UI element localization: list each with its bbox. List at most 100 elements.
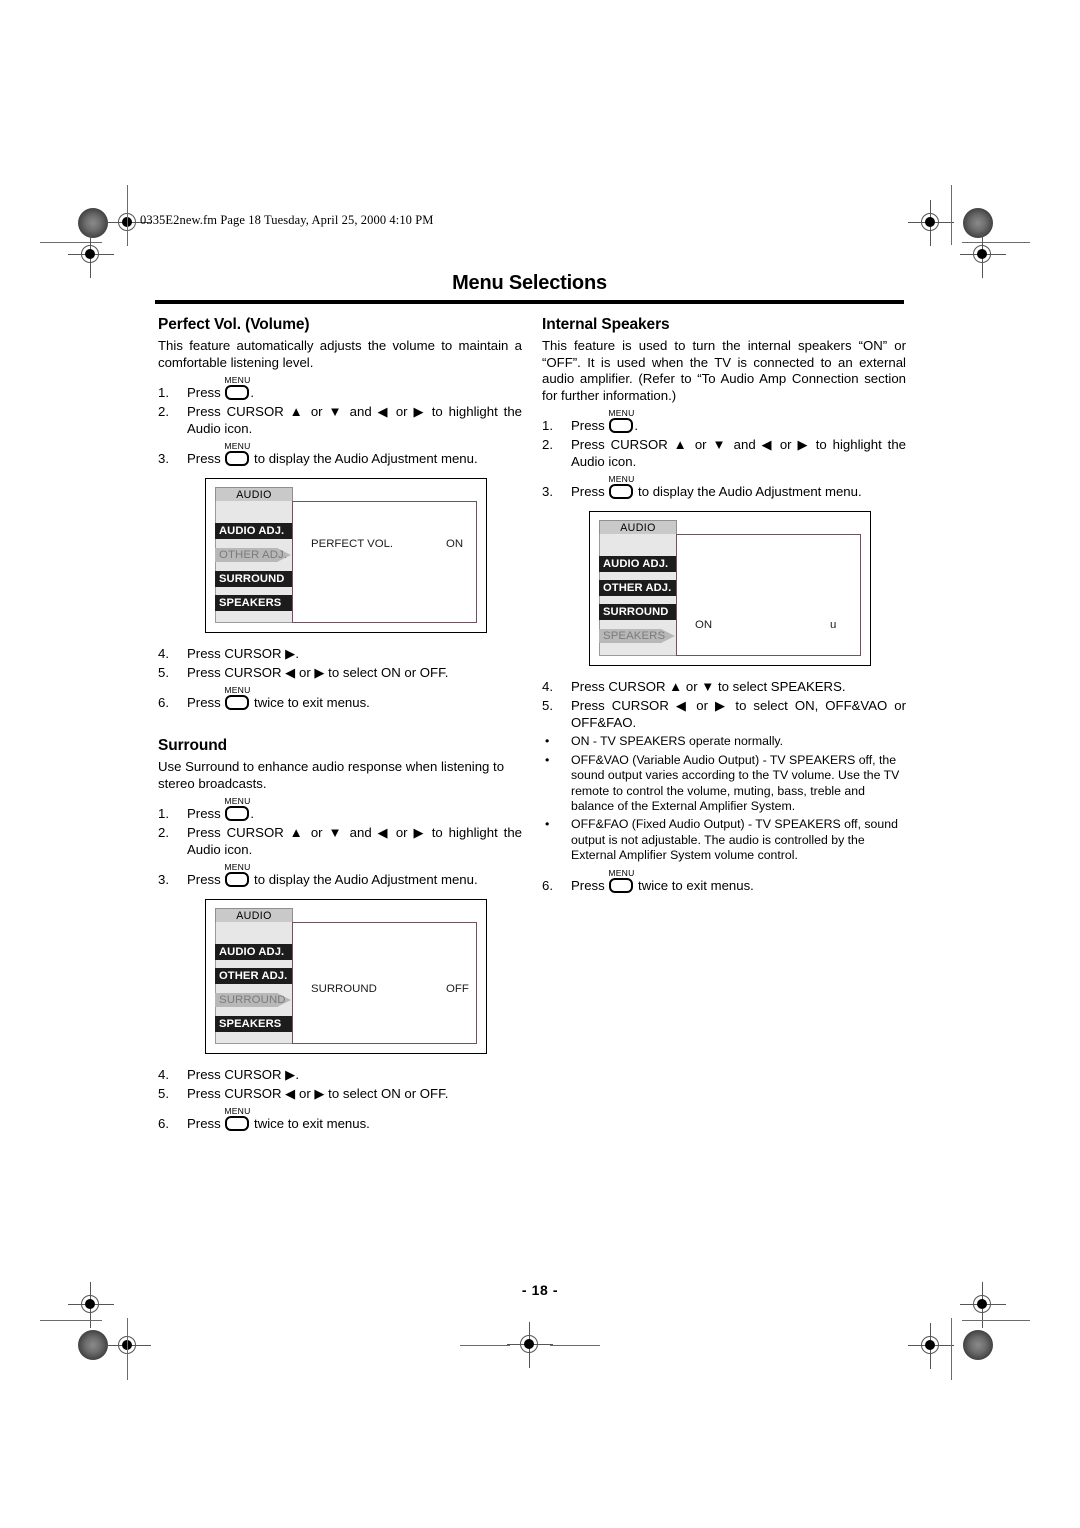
instruction-step: 4. Press CURSOR ▲ or ▼ to select SPEAKERS…: [542, 678, 906, 695]
instruction-step: 2. Press CURSOR ▲ or ▼ and ◀ or ▶ to high…: [158, 403, 522, 437]
menu-button-cap: [225, 1116, 250, 1132]
instruction-step: 1. Press MENU.: [158, 375, 522, 401]
menu-button-cap: [225, 385, 250, 401]
steps-before-illustration: 1. Press MENU. 2. Press CURSOR ▲ or ▼ and ◀…: [158, 375, 522, 467]
osd-tab-audio: AUDIO: [599, 520, 677, 536]
bullet-marker: •: [545, 734, 550, 749]
step-number: 4.: [158, 1067, 169, 1083]
section-heading: Perfect Vol. (Volume): [158, 316, 310, 333]
left-column: Perfect Vol. (Volume) This feature automa…: [158, 310, 522, 1132]
registration-mark-right-upper: [960, 232, 1006, 278]
section-intro: This feature is used to turn the interna…: [542, 338, 906, 403]
step-text: Press MENU.: [187, 375, 522, 401]
title-rule: [155, 300, 904, 304]
osd-menu-illustration: AUDIO AUDIO ADJ. OTHER ADJ. SURROUND SPEAKER…: [589, 511, 871, 667]
section-heading: Internal Speakers: [542, 316, 670, 333]
registration-mark-top-right-inner: [908, 200, 954, 246]
osd-menu-item[interactable]: SPEAKERS: [215, 595, 390, 612]
step-text: Press CURSOR ▲ or ▼ and ◀ or ▶ to highli…: [187, 825, 522, 858]
instruction-step: 6. Press MENU twice to exit menus.: [158, 685, 522, 711]
bullet-item: • ON - TV SPEAKERS operate normally.: [542, 734, 906, 749]
menu-button-cap: [225, 806, 250, 822]
section-intro: This feature automatically adjusts the v…: [158, 338, 522, 370]
section-heading: Surround: [158, 737, 227, 755]
step-number: 6.: [158, 1116, 169, 1132]
instruction-step: 4. Press CURSOR ▶.: [158, 645, 522, 662]
osd-item-label: OTHER ADJ.: [219, 549, 288, 562]
step-number: 3.: [158, 451, 169, 467]
osd-tab-audio: AUDIO: [215, 487, 293, 503]
osd-menu-item[interactable]: SPEAKERS: [599, 628, 774, 644]
trim-line-bottom-right-vertical: [951, 1318, 953, 1380]
osd-menu-item[interactable]: SPEAKERS: [215, 1016, 390, 1033]
step-text: Press MENU.: [187, 796, 522, 822]
osd-menu-item[interactable]: AUDIO ADJ.: [215, 523, 390, 540]
step-text: Press CURSOR ▲ or ▼ and ◀ or ▶ to highli…: [571, 437, 906, 470]
step-number: 4.: [542, 679, 553, 695]
osd-setting-value: ON: [446, 538, 464, 551]
instruction-step: 3. Press MENU to display the Audio Adjust…: [542, 474, 906, 500]
step-text: Press CURSOR ◀ or ▶ to select ON or OFF.: [187, 665, 449, 681]
bullet-text: OFF&VAO (Variable Audio Output) - TV SPE…: [571, 752, 900, 813]
step-number: 6.: [158, 695, 169, 711]
step-number: 2.: [158, 825, 169, 841]
bullet-text: ON - TV SPEAKERS operate normally.: [571, 734, 784, 749]
osd-menu-item[interactable]: AUDIO ADJ.: [215, 944, 390, 961]
osd-setting-name: PERFECT VOL.: [311, 538, 394, 551]
menu-button-icon: MENU: [224, 796, 250, 822]
steps-before-illustration: 1. Press MENU. 2. Press CURSOR ▲ or ▼ and ◀…: [542, 408, 906, 500]
steps-before-illustration: 1. Press MENU. 2. Press CURSOR ▲ or ▼ and ◀…: [158, 796, 522, 888]
trim-line-bottom-left-vertical: [127, 1318, 129, 1380]
osd-menu-item[interactable]: AUDIO ADJ.: [599, 556, 774, 573]
step-number: 4.: [158, 646, 169, 662]
step-text: Press CURSOR ◀ or ▶ to select ON, OFF&VA…: [571, 698, 906, 731]
osd-item-label: AUDIO ADJ.: [603, 558, 669, 571]
osd-menu-item[interactable]: SURROUND: [215, 571, 390, 588]
osd-setting-name: SURROUND: [311, 983, 377, 996]
bullet-item: • OFF&VAO (Variable Audio Output) - TV SP…: [542, 753, 906, 815]
osd-menu-item[interactable]: OTHER ADJ.: [599, 580, 774, 597]
osd-item-label: OTHER ADJ.: [219, 970, 288, 983]
instruction-step: 2. Press CURSOR ▲ or ▼ and ◀ or ▶ to high…: [542, 436, 906, 470]
step-number: 2.: [158, 404, 169, 420]
menu-button-icon: MENU: [224, 1106, 250, 1132]
trim-line-top-right-vertical: [951, 185, 953, 245]
step-text: Press CURSOR ▶.: [187, 646, 299, 662]
registration-mark-bottom-center: [507, 1322, 553, 1368]
step-text: Press MENU twice to exit menus.: [187, 685, 522, 711]
instruction-step: 6. Press MENU twice to exit menus.: [158, 1106, 522, 1132]
trim-line-bottom-center-left: [460, 1344, 510, 1346]
osd-menu-item[interactable]: SURROUND: [599, 604, 774, 621]
step-number: 1.: [542, 418, 553, 434]
osd-menu-item[interactable]: OTHER ADJ.: [215, 968, 390, 985]
osd-item-label: SURROUND: [603, 606, 669, 619]
osd-item-label: AUDIO ADJ.: [219, 525, 285, 538]
steps-after-illustration: 4. Press CURSOR ▲ or ▼ to select SPEAKERS…: [542, 678, 906, 731]
step-text: Press MENU twice to exit menus.: [571, 868, 906, 894]
step-number: 5.: [542, 698, 553, 714]
trim-line-bottom-center-right: [550, 1344, 600, 1346]
instruction-step: 4. Press CURSOR ▶.: [158, 1066, 522, 1083]
step-text: Press CURSOR ▲ or ▼ to select SPEAKERS.: [571, 679, 846, 695]
menu-button-icon: MENU: [224, 375, 250, 401]
instruction-step: 3. Press MENU to display the Audio Adjust…: [158, 862, 522, 888]
step-text: Press CURSOR ▲ or ▼ and ◀ or ▶ to highli…: [187, 404, 522, 437]
step-number: 5.: [158, 665, 169, 681]
menu-button-cap: [609, 877, 634, 893]
step-text: Press MENU to display the Audio Adjustme…: [187, 862, 522, 888]
menu-button-icon: MENU: [608, 868, 634, 893]
step-number: 5.: [158, 1086, 169, 1102]
osd-item-label: SURROUND: [219, 573, 285, 586]
steps-final: 6. Press MENU twice to exit menus.: [542, 868, 906, 894]
bullet-text: OFF&FAO (Fixed Audio Output) - TV SPEAKE…: [571, 817, 898, 863]
menu-button-cap: [225, 451, 250, 467]
osd-item-label: AUDIO ADJ.: [219, 946, 285, 959]
file-stamp: 0335E2new.fm Page 18 Tuesday, April 25, …: [140, 213, 434, 227]
step-text: Press MENU to display the Audio Adjustme…: [571, 474, 906, 500]
registration-mark-left-upper: [68, 232, 114, 278]
density-blob-bottom-left: [78, 1330, 108, 1360]
menu-button-icon: MENU: [224, 441, 250, 467]
density-blob-bottom-right: [963, 1330, 993, 1360]
osd-menu-illustration: AUDIO AUDIO ADJ. OTHER ADJ. SURROUND SPEAKER…: [205, 478, 487, 634]
osd-item-label: SURROUND: [219, 994, 286, 1007]
